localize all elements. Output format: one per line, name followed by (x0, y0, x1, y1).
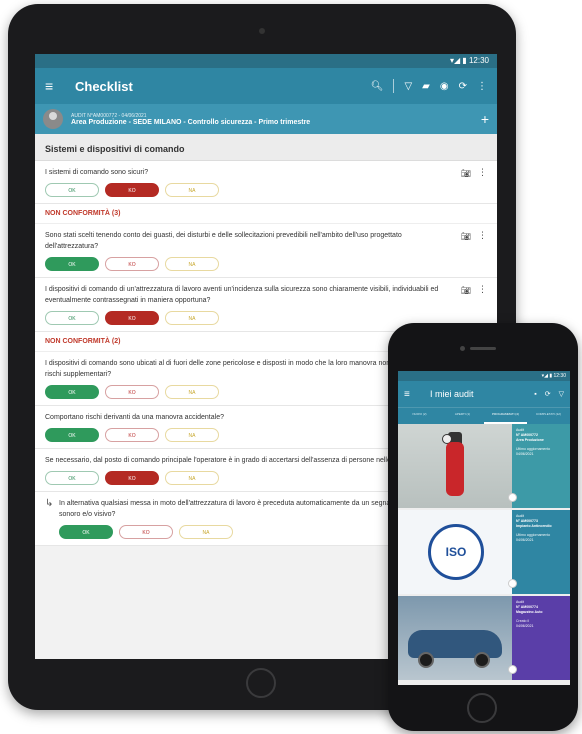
audit-meta: Ultimo aggiornamento (516, 447, 551, 451)
car-wheel (418, 652, 434, 668)
camera-icon[interactable]: 📷︎ (461, 232, 471, 241)
ok-button[interactable]: OK (45, 385, 99, 399)
audit-card[interactable]: Audit N° AM000772 Area Produzione Ultimo… (398, 424, 570, 508)
ko-button[interactable]: KO (105, 428, 159, 442)
app-bar: ≡ I miei audit ▪ ⟳ ▽ (398, 381, 570, 407)
camera-icon[interactable]: 📷︎ (461, 169, 471, 178)
ok-button[interactable]: OK (45, 428, 99, 442)
filter-icon[interactable]: ▽ (404, 81, 412, 92)
answer-buttons: OK KO NA (45, 183, 487, 197)
ok-button[interactable]: OK (45, 311, 99, 325)
print-icon[interactable]: ▰ (422, 81, 430, 92)
section-title: Sistemi e dispositivi di comando (35, 134, 497, 161)
card-action-icon[interactable] (508, 579, 517, 588)
tablet-home-button[interactable] (246, 668, 276, 698)
globe-icon[interactable]: ◉ (440, 81, 449, 92)
more-icon[interactable]: ⋮ (478, 284, 487, 295)
sync-icon[interactable]: ⟳ (459, 81, 467, 92)
toolbar-divider (393, 79, 395, 93)
audit-code: AUDIT N°AM000772 - 04/06/2021 (71, 112, 147, 119)
audit-meta: Creato il (516, 619, 530, 623)
subdirectory-arrow-icon: ↳ (45, 498, 54, 509)
tab-new[interactable]: NUOVI (2) (398, 408, 441, 424)
car-image (398, 596, 512, 680)
add-icon[interactable]: + (481, 111, 489, 127)
audit-card[interactable]: ISO Audit N° AM000773 Impianto Antincend… (398, 510, 570, 594)
ko-button[interactable]: KO (105, 385, 159, 399)
question-text: Sono stati scelti tenendo conto dei guas… (45, 232, 402, 250)
audit-header: AUDIT N°AM000772 - 04/06/2021 Area Produ… (35, 104, 497, 134)
audit-title: Area Produzione - SEDE MILANO - Controll… (71, 118, 311, 126)
status-bar: ▾◢ ▮ 12:30 (398, 371, 570, 381)
ko-button[interactable]: KO (105, 311, 159, 325)
card-action-icon[interactable] (508, 665, 517, 674)
audit-card-info: Audit N° AM000774 Magazzino Auto Creato … (508, 596, 570, 680)
tablet-camera (259, 28, 265, 34)
extinguisher-body (446, 442, 464, 496)
na-button[interactable]: NA (165, 471, 219, 485)
audit-date: 04/06/2021 (516, 538, 534, 542)
na-button[interactable]: NA (165, 311, 219, 325)
na-button[interactable]: NA (165, 257, 219, 271)
question-item: I sistemi di comando sono sicuri? 📷︎ ⋮ O… (35, 161, 497, 204)
fire-extinguisher-image (398, 424, 512, 508)
sync-icon[interactable]: ⟳ (545, 390, 551, 398)
camera-icon[interactable]: 📷︎ (461, 286, 471, 295)
tab-completed[interactable]: COMPLETATI (12) (527, 408, 570, 424)
ko-button[interactable]: KO (119, 525, 173, 539)
audit-card-info: Audit N° AM000772 Area Produzione Ultimo… (508, 424, 570, 508)
na-button[interactable]: NA (179, 525, 233, 539)
phone-home-button[interactable] (467, 693, 497, 723)
search-icon[interactable]: 🔍︎ (371, 81, 384, 92)
audit-date: 04/06/2021 (516, 452, 534, 456)
na-button[interactable]: NA (165, 385, 219, 399)
tab-open[interactable]: APERTI (1) (441, 408, 484, 424)
card-action-icon[interactable] (508, 493, 517, 502)
question-text: I sistemi di comando sono sicuri? (45, 169, 149, 176)
app-bar: ≡ Checklist 🔍︎ ▽ ▰ ◉ ⟳ ⋮ (35, 68, 497, 104)
iso-certified-image: ISO (398, 510, 512, 594)
avatar (43, 109, 63, 129)
ok-button[interactable]: OK (45, 257, 99, 271)
audit-area: Area Produzione (516, 438, 544, 442)
filter-icon[interactable]: ▽ (559, 390, 564, 398)
more-icon[interactable]: ⋮ (478, 167, 487, 178)
audit-tabs: NUOVI (2) APERTI (1) PROGRAMMATI (4) COM… (398, 407, 570, 424)
phone-screen: ▾◢ ▮ 12:30 ≡ I miei audit ▪ ⟳ ▽ NUOVI (2… (398, 371, 570, 685)
car-wheel (474, 652, 490, 668)
page-title: Checklist (75, 78, 133, 94)
audit-area: Magazzino Auto (516, 610, 543, 614)
view-icon[interactable]: ▪ (534, 391, 536, 398)
ko-button[interactable]: KO (105, 471, 159, 485)
menu-icon[interactable]: ≡ (45, 78, 67, 94)
page-title: I miei audit (430, 389, 474, 399)
na-button[interactable]: NA (165, 183, 219, 197)
ko-button[interactable]: KO (105, 257, 159, 271)
na-button[interactable]: NA (165, 428, 219, 442)
iso-seal-text: ISO (445, 545, 467, 559)
ok-button[interactable]: OK (45, 471, 99, 485)
ok-button[interactable]: OK (59, 525, 113, 539)
question-item: Sono stati scelti tenendo conto dei guas… (35, 224, 497, 278)
answer-buttons: OK KO NA (45, 257, 487, 271)
iso-seal: ISO (428, 524, 484, 580)
audit-meta: Ultimo aggiornamento (516, 533, 551, 537)
menu-icon[interactable]: ≡ (404, 389, 418, 400)
status-bar: ▾◢ ▮ 12:30 (35, 54, 497, 68)
ko-button[interactable]: KO (105, 183, 159, 197)
phone-camera (460, 346, 465, 351)
audit-header-text: AUDIT N°AM000772 - 04/06/2021 Area Produ… (71, 113, 481, 126)
more-icon[interactable]: ⋮ (478, 230, 487, 241)
audit-card-info: Audit N° AM000773 Impianto Antincendio U… (508, 510, 570, 594)
phone-device: ▾◢ ▮ 12:30 ≡ I miei audit ▪ ⟳ ▽ NUOVI (2… (388, 323, 578, 731)
more-icon[interactable]: ⋮ (477, 81, 487, 92)
ok-button[interactable]: OK (45, 183, 99, 197)
question-text: I dispositivi di comando di un'attrezzat… (45, 286, 439, 304)
audit-card[interactable]: Audit N° AM000774 Magazzino Auto Creato … (398, 596, 570, 680)
non-conformity-label[interactable]: NON CONFORMITÀ (3) (35, 204, 497, 224)
audit-area: Impianto Antincendio (516, 524, 552, 528)
phone-speaker (470, 347, 496, 350)
tab-scheduled[interactable]: PROGRAMMATI (4) (484, 408, 527, 424)
audit-date: 04/06/2021 (516, 624, 534, 628)
